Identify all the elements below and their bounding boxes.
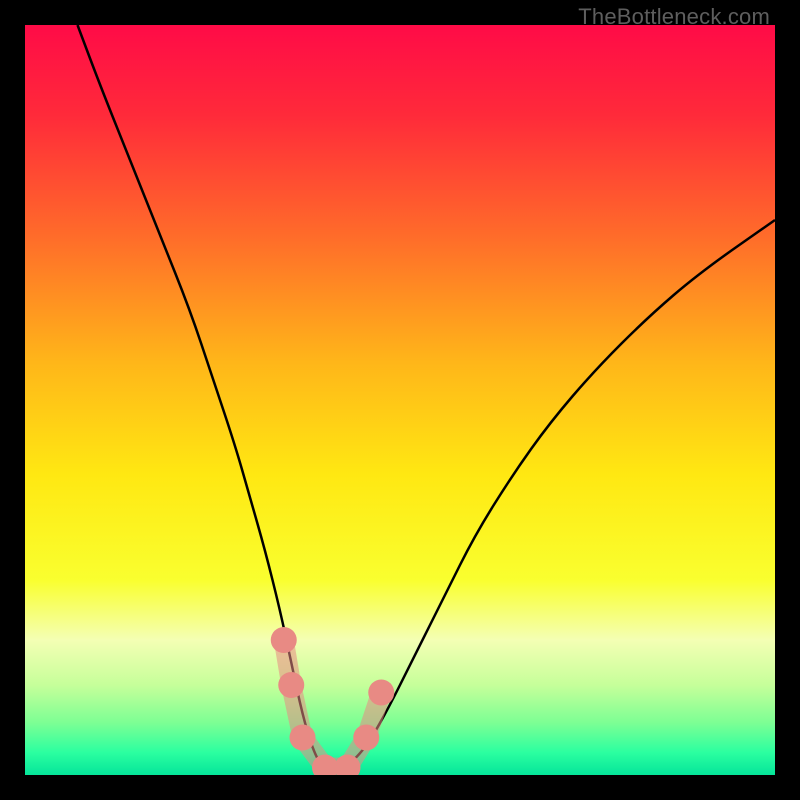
highlight-marker (271, 627, 297, 653)
bottleneck-chart (25, 25, 775, 775)
highlight-marker (278, 672, 304, 698)
gradient-background (25, 25, 775, 775)
chart-frame (25, 25, 775, 775)
highlight-marker (353, 725, 379, 751)
highlight-marker (290, 725, 316, 751)
highlight-marker (368, 680, 394, 706)
